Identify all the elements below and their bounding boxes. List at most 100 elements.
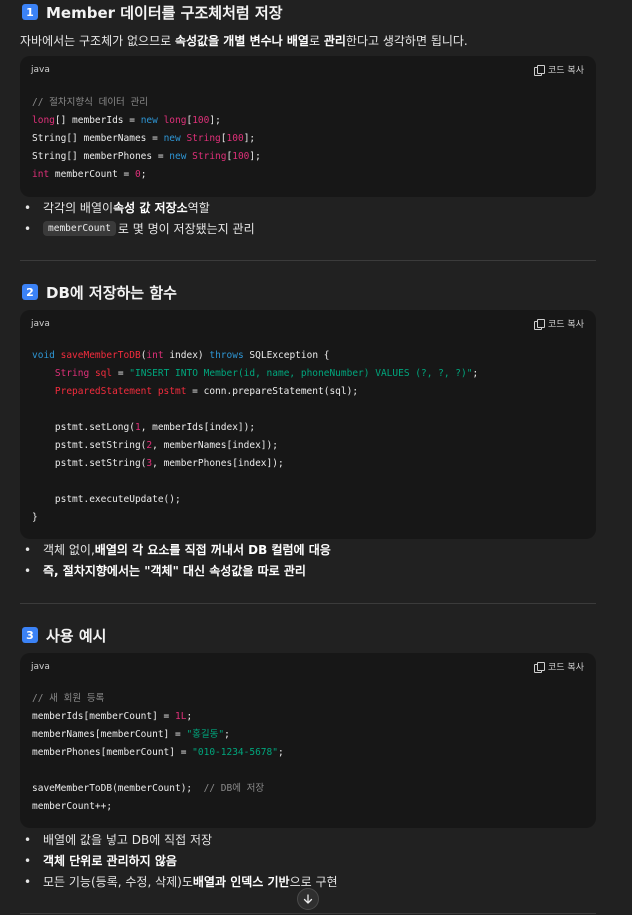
code-token: memberCount++;: [32, 801, 113, 812]
bold-text: 객체 단위로 관리하지 않음: [43, 854, 177, 868]
code-token: memberCount =: [54, 169, 135, 180]
code-line: memberIds[memberCount] = 1L;: [32, 708, 284, 726]
code-token: ;: [277, 747, 284, 758]
code-token: pstmt.setString(: [32, 440, 147, 451]
code-token: // DB에 저장: [203, 783, 265, 794]
code-token: , memberPhones[index]);: [152, 458, 284, 469]
code-line: PreparedStatement pstmt = conn.prepareSt…: [32, 383, 478, 401]
copy-icon: [534, 661, 546, 673]
section-heading-1: 1 Member 데이터를 구조체처럼 저장: [22, 2, 283, 22]
code-line: saveMemberToDB(memberCount); // DB에 저장: [32, 780, 284, 798]
code-language-label: java: [31, 319, 50, 329]
code-line: pstmt.setString(3, memberPhones[index]);: [32, 455, 478, 473]
code-token: new: [163, 133, 187, 144]
code-token: new: [140, 115, 164, 126]
bullet-list-1: • 각각의 배열이 속성 값 저장소 역할 • memberCount 로 몇 명…: [20, 197, 255, 239]
code-token: 100: [232, 151, 250, 162]
copy-code-label: 코드 복사: [548, 320, 584, 330]
inline-code: memberCount: [43, 221, 116, 236]
bold-text: 배열과 인덱스 기반: [192, 875, 290, 889]
arrow-down-icon: [303, 894, 313, 904]
text: 한다고 생각하면 됩니다.: [345, 34, 468, 48]
bullet-dot: •: [24, 542, 32, 557]
code-block-2: java 코드 복사 void saveMemberToDB(int index…: [20, 310, 596, 539]
bullet-list-3: • 배열에 값을 넣고 DB에 직접 저장 • 객체 단위로 관리하지 않음 •…: [20, 829, 338, 892]
copy-code-button[interactable]: 코드 복사: [534, 63, 584, 76]
code-token: PreparedStatement pstmt: [54, 386, 193, 397]
list-item: • memberCount 로 몇 명이 저장됐는지 관리: [20, 218, 255, 239]
text: 역할: [187, 201, 210, 215]
code-token: memberPhones[memberCount] =: [32, 747, 193, 758]
code-token: ];: [243, 133, 256, 144]
code-token: pstmt.setLong(: [32, 422, 135, 433]
code-token: long: [32, 115, 55, 126]
code-line: String[] memberNames = new String[100];: [32, 130, 261, 148]
code-token: void: [32, 350, 61, 361]
bullet-list-2: • 객체 없이, 배열의 각 요소를 직접 꺼내서 DB 컬럼에 대응 • 즉,…: [20, 539, 331, 581]
code-token: ;: [186, 711, 193, 722]
code-token: ;: [224, 729, 230, 740]
code-token: String: [192, 151, 227, 162]
code-line: int memberCount = 0;: [32, 166, 261, 184]
code-token: 1L: [175, 711, 187, 722]
code-line: memberPhones[memberCount] = "010-1234-56…: [32, 744, 284, 762]
code-token: saveMemberToDB(memberCount);: [32, 783, 204, 794]
code-token: 100: [192, 115, 210, 126]
code-token: "INSERT INTO Member(id, name, phoneNumbe…: [129, 368, 473, 379]
text: 로: [308, 34, 324, 48]
code-token: pstmt.executeUpdate();: [32, 494, 181, 505]
text: 모든 기능(등록, 수정, 삭제)도: [43, 875, 193, 889]
code-token: sql: [94, 368, 118, 379]
code-token: String: [186, 133, 221, 144]
code-token: ];: [249, 151, 261, 162]
section-divider: [20, 260, 596, 261]
section-divider: [20, 603, 596, 604]
list-item: • 즉, 절차지향에서는 "객체" 대신 속성값을 따로 관리: [20, 560, 331, 581]
code-block-1: java 코드 복사 // 절차지향식 데이터 관리 long[] memberI…: [20, 56, 596, 197]
bold-text: 배열의 각 요소를 직접 꺼내서 DB 컬럼에 대응: [94, 543, 331, 557]
code-language-label: java: [31, 65, 50, 75]
code-token: memberIds[memberCount] =: [32, 711, 175, 722]
code-line: pstmt.setLong(1, memberIds[index]);: [32, 419, 478, 437]
code-token: String[] memberPhones =: [32, 151, 170, 162]
bullet-dot: •: [24, 853, 32, 868]
text: 각각의 배열이: [43, 201, 114, 215]
code-token: int: [32, 169, 55, 180]
code-token: ];: [209, 115, 221, 126]
section-heading-3: 3 사용 예시: [22, 625, 106, 645]
list-item: • 객체 없이, 배열의 각 요소를 직접 꺼내서 DB 컬럼에 대응: [20, 539, 331, 560]
code-token: ;: [472, 368, 479, 379]
code-line: }: [32, 509, 478, 527]
code-token: // 새 회원 등록: [32, 693, 105, 704]
code-content: // 절차지향식 데이터 관리 long[] memberIds = new lo…: [32, 94, 261, 184]
code-token: // 절차지향식 데이터 관리: [32, 97, 148, 108]
bold-text: 속성값을 개별 변수나 배열: [174, 34, 309, 48]
text: 자바에서는 구조체가 없으므로: [20, 34, 175, 48]
code-content: void saveMemberToDB(int index) throws SQ…: [32, 347, 478, 527]
code-token: }: [32, 512, 38, 523]
section-heading-2: 2 DB에 저장하는 함수: [22, 282, 177, 302]
code-token: "홍길동": [186, 729, 225, 740]
code-token: [] memberIds =: [54, 115, 141, 126]
code-token: 100: [226, 133, 244, 144]
scroll-to-bottom-button[interactable]: [297, 888, 319, 910]
text: 로 몇 명이 저장됐는지 관리: [117, 222, 255, 236]
text: 배열에 값을 넣고 DB에 직접 저장: [43, 833, 213, 847]
section-title: DB에 저장하는 함수: [46, 283, 177, 302]
section-title: Member 데이터를 구조체처럼 저장: [46, 3, 283, 22]
code-token: long: [163, 115, 187, 126]
code-line: String[] memberPhones = new String[100];: [32, 148, 261, 166]
code-line: memberNames[memberCount] = "홍길동";: [32, 726, 284, 744]
text: 으로 구현: [289, 875, 338, 889]
section-divider: [20, 913, 596, 914]
copy-code-button[interactable]: 코드 복사: [534, 660, 584, 673]
code-token: String: [54, 368, 95, 379]
copy-icon: [534, 318, 546, 330]
intro-paragraph: 자바에서는 구조체가 없으므로 속성값을 개별 변수나 배열로 관리한다고 생각…: [20, 32, 468, 49]
code-block-3: java 코드 복사 // 새 회원 등록 memberIds[memberCou…: [20, 653, 596, 828]
bullet-dot: •: [24, 200, 32, 215]
copy-code-button[interactable]: 코드 복사: [534, 317, 584, 330]
code-token: ;: [140, 169, 147, 180]
